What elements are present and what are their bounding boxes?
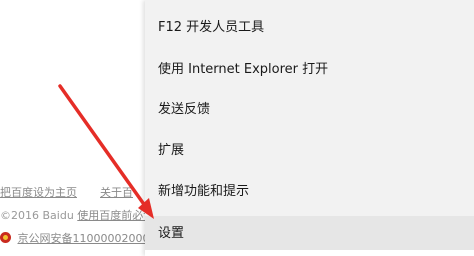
menu-item-whats-new[interactable]: 新增功能和提示 xyxy=(145,174,474,210)
footer-links-row: 把百度设为主页 关于百 xyxy=(0,184,133,200)
menu-item-send-feedback[interactable]: 发送反馈 xyxy=(145,92,474,128)
terms-link[interactable]: 使用百度前必读 xyxy=(77,209,154,222)
police-record-link[interactable]: 京公网安备11000002000 xyxy=(18,232,150,245)
menu-item-extensions[interactable]: 扩展 xyxy=(145,133,474,169)
menu-item-settings[interactable]: 设置 xyxy=(145,216,474,252)
browser-more-menu: F12 开发人员工具 使用 Internet Explorer 打开 发送反馈 … xyxy=(145,0,474,256)
menu-item-f12-developer-tools[interactable]: F12 开发人员工具 xyxy=(145,10,474,46)
menu-bottom-edge xyxy=(145,250,474,256)
police-record-row: 京公网安备11000002000 xyxy=(0,230,149,246)
copyright-row: ©2016 Baidu 使用百度前必读 xyxy=(0,207,154,223)
police-badge-icon xyxy=(0,232,11,243)
about-link[interactable]: 关于百 xyxy=(100,186,133,199)
menu-item-open-with-ie[interactable]: 使用 Internet Explorer 打开 xyxy=(145,52,474,88)
copyright-text: ©2016 Baidu xyxy=(0,209,74,222)
set-homepage-link[interactable]: 把百度设为主页 xyxy=(0,186,77,199)
